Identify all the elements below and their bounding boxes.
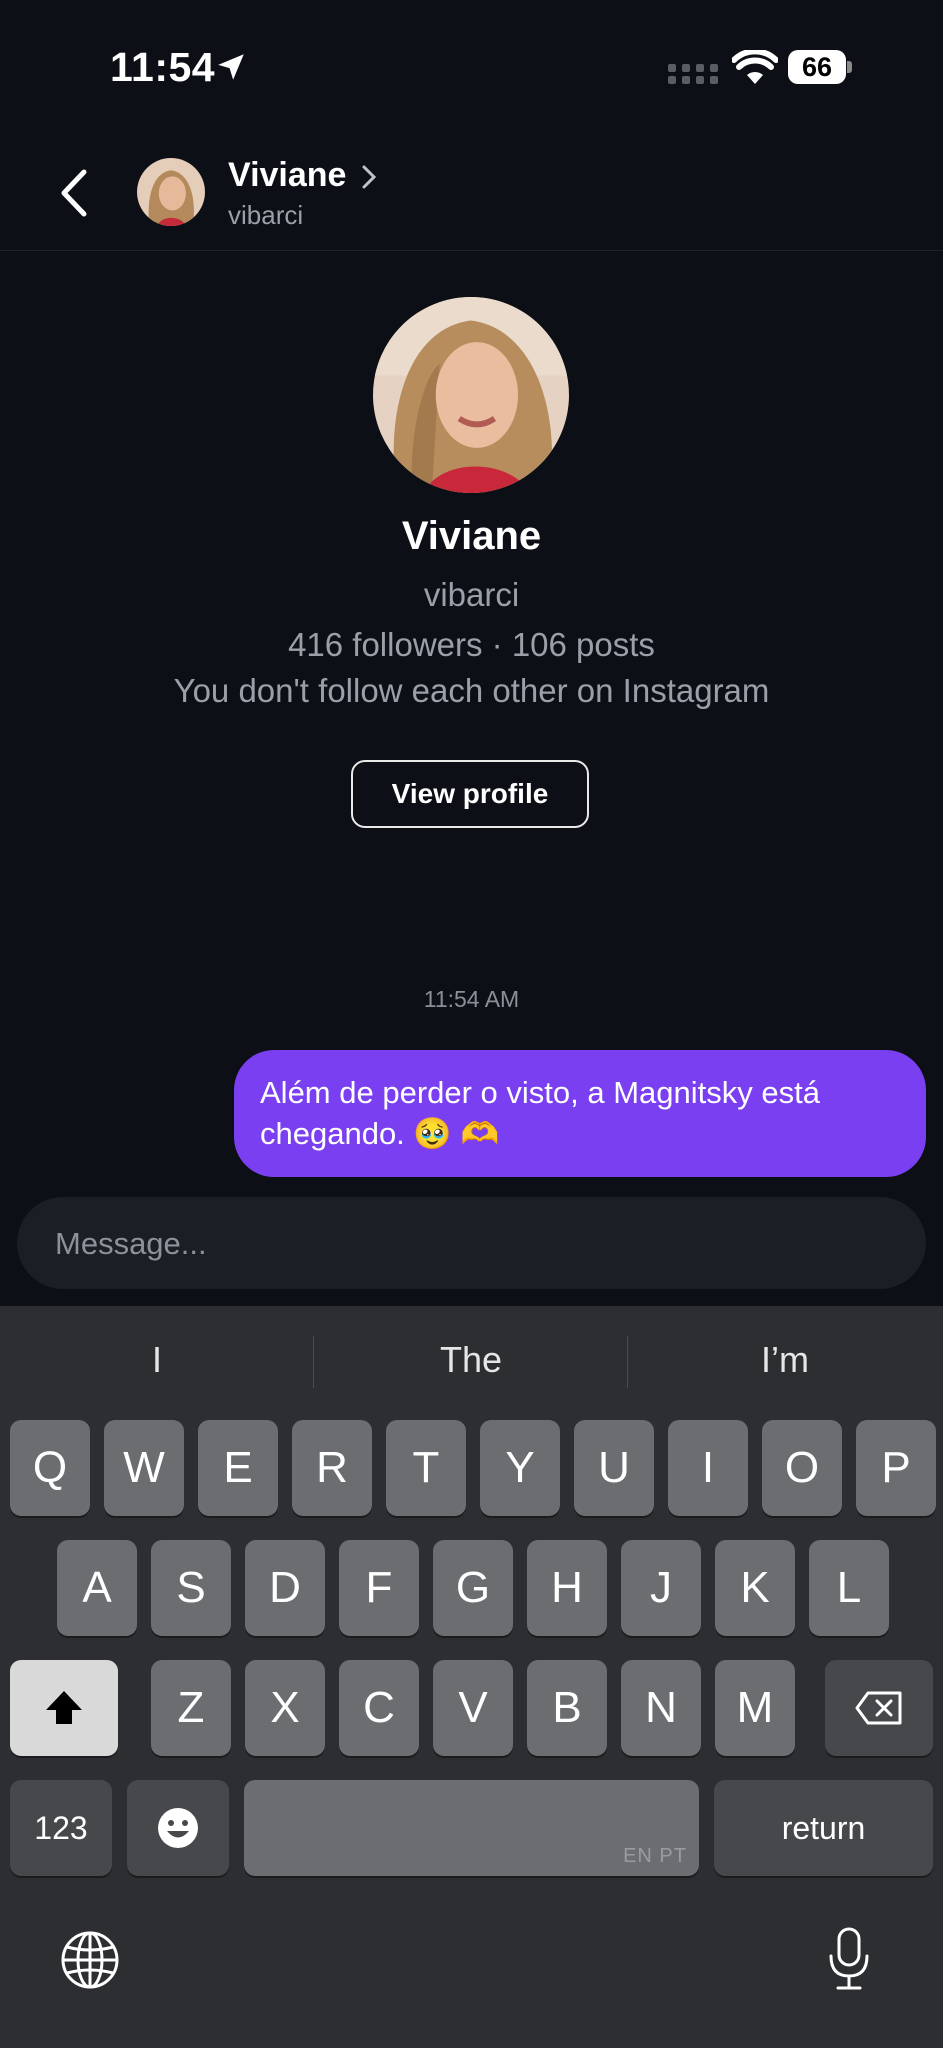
key-x[interactable]: X	[245, 1660, 325, 1756]
wifi-icon	[732, 50, 778, 84]
delete-key[interactable]	[825, 1660, 933, 1756]
key-d[interactable]: D	[245, 1540, 325, 1636]
key-c[interactable]: C	[339, 1660, 419, 1756]
key-q[interactable]: Q	[10, 1420, 90, 1516]
chevron-right-icon[interactable]	[360, 164, 378, 190]
space-key[interactable]: EN PT	[244, 1780, 699, 1876]
signal-icon	[668, 64, 718, 84]
delete-icon	[855, 1691, 902, 1725]
key-u[interactable]: U	[574, 1420, 654, 1516]
key-e[interactable]: E	[198, 1420, 278, 1516]
key-b[interactable]: B	[527, 1660, 607, 1756]
header-username: vibarci	[228, 200, 304, 230]
profile-avatar[interactable]	[373, 297, 569, 493]
keyboard: I The I’m Q W E R T Y U I O P A S D F G …	[0, 1306, 943, 2048]
key-a[interactable]: A	[57, 1540, 137, 1636]
globe-icon[interactable]	[60, 1930, 120, 1990]
status-time: 11:54	[110, 44, 216, 90]
profile-username: vibarci	[423, 576, 520, 613]
profile-stats: 416 followers · 106 posts	[288, 626, 655, 663]
key-r[interactable]: R	[292, 1420, 372, 1516]
space-language-label: EN PT	[623, 1845, 687, 1867]
key-p[interactable]: P	[856, 1420, 936, 1516]
suggestion-2[interactable]: The	[314, 1306, 628, 1414]
key-v[interactable]: V	[433, 1660, 513, 1756]
profile-relation: You don't follow each other on Instagram	[173, 672, 770, 709]
shift-icon	[46, 1691, 82, 1724]
key-y[interactable]: Y	[480, 1420, 560, 1516]
key-g[interactable]: G	[433, 1540, 513, 1636]
header-avatar[interactable]	[137, 158, 205, 226]
key-h[interactable]: H	[527, 1540, 607, 1636]
view-profile-button[interactable]: View profile	[351, 760, 589, 828]
outgoing-message-bubble[interactable]: Além de perder o visto, a Magnitsky está…	[234, 1050, 926, 1177]
message-composer[interactable]	[17, 1197, 926, 1291]
message-input[interactable]	[53, 1197, 877, 1291]
microphone-icon[interactable]	[826, 1926, 872, 1992]
key-f[interactable]: F	[339, 1540, 419, 1636]
key-j[interactable]: J	[621, 1540, 701, 1636]
key-w[interactable]: W	[104, 1420, 184, 1516]
location-arrow-icon	[218, 54, 244, 80]
emoji-icon	[158, 1808, 198, 1848]
message-timestamp: 11:54 AM	[423, 986, 520, 1012]
profile-name: Viviane	[401, 514, 542, 558]
key-n[interactable]: N	[621, 1660, 701, 1756]
numbers-key[interactable]: 123	[10, 1780, 112, 1876]
suggestion-3[interactable]: I’m	[628, 1306, 942, 1414]
battery-level: 66	[788, 50, 846, 84]
key-i[interactable]: I	[668, 1420, 748, 1516]
shift-key[interactable]	[10, 1660, 118, 1756]
back-chevron-icon[interactable]	[56, 168, 96, 218]
suggestion-1[interactable]: I	[0, 1306, 314, 1414]
key-k[interactable]: K	[715, 1540, 795, 1636]
key-m[interactable]: M	[715, 1660, 795, 1756]
key-t[interactable]: T	[386, 1420, 466, 1516]
return-key[interactable]: return	[714, 1780, 933, 1876]
key-o[interactable]: O	[762, 1420, 842, 1516]
key-l[interactable]: L	[809, 1540, 889, 1636]
key-z[interactable]: Z	[151, 1660, 231, 1756]
header-name[interactable]: Viviane	[228, 156, 346, 195]
header-divider	[0, 250, 943, 251]
emoji-key[interactable]	[127, 1780, 229, 1876]
battery-icon: 66	[788, 50, 852, 84]
key-s[interactable]: S	[151, 1540, 231, 1636]
